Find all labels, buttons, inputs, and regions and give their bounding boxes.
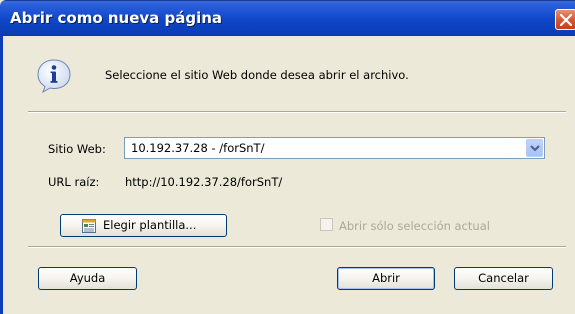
chevron-down-icon [530, 145, 540, 152]
close-icon [560, 14, 572, 26]
url-value: http://10.192.37.28/forSnT/ [125, 175, 283, 189]
selection-only-label: Abrir sólo selección actual [339, 219, 490, 233]
separator [28, 246, 566, 248]
separator [28, 111, 566, 113]
title-bar[interactable]: Abrir como nueva página [0, 0, 575, 36]
site-label: Sitio Web: [48, 142, 106, 156]
choose-template-button[interactable]: Elegir plantilla... [60, 214, 227, 237]
cancel-button[interactable]: Cancelar [454, 267, 553, 290]
dialog-window: Abrir como nueva página Seleccione el si… [0, 0, 575, 314]
site-combobox-value: 10.192.37.28 - /forSnT/ [131, 141, 265, 155]
info-message: Seleccione el sitio Web donde desea abri… [105, 68, 409, 82]
url-label: URL raíz: [48, 175, 100, 189]
dropdown-button[interactable] [526, 139, 543, 157]
close-button[interactable] [555, 9, 575, 30]
template-icon [82, 219, 96, 233]
open-button[interactable]: Abrir [337, 267, 435, 290]
selection-only-checkbox[interactable] [320, 218, 333, 231]
info-icon [37, 59, 71, 94]
dialog-title: Abrir como nueva página [10, 9, 223, 27]
help-button[interactable]: Ayuda [38, 267, 137, 290]
site-combobox[interactable]: 10.192.37.28 - /forSnT/ [124, 137, 545, 159]
choose-template-label: Elegir plantilla... [103, 218, 197, 232]
window-frame [0, 36, 3, 314]
